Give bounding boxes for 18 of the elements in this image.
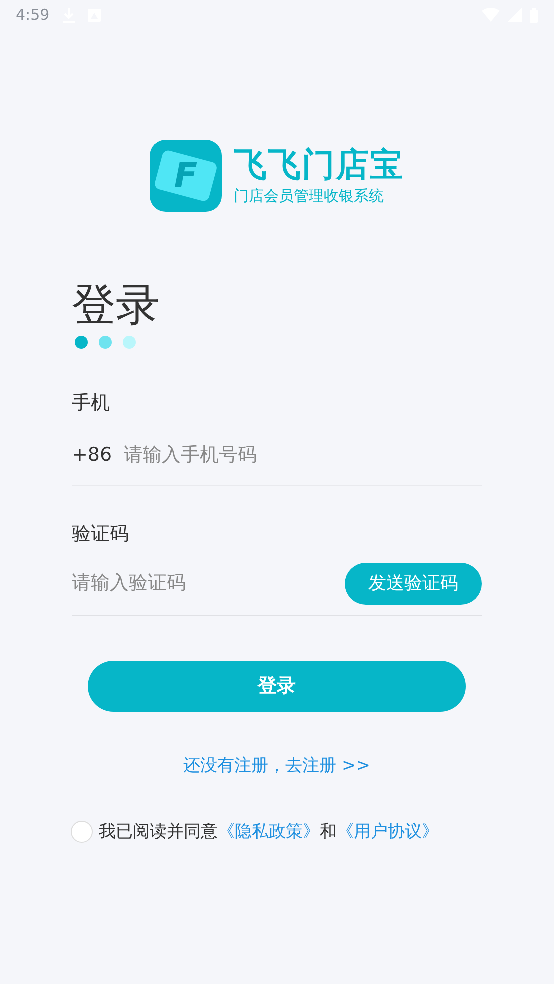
page-heading: 登录 bbox=[72, 279, 161, 333]
agree-checkbox[interactable] bbox=[71, 821, 93, 844]
phone-input[interactable]: 请输入手机号码 bbox=[124, 440, 482, 470]
privacy-link[interactable]: 《隐私政策》 bbox=[218, 820, 320, 845]
app-logo: F bbox=[150, 140, 222, 212]
agreement-text: 我已阅读并同意 bbox=[99, 820, 218, 844]
terms-link[interactable]: 《用户协议》 bbox=[337, 820, 439, 845]
app-name: 飞飞门店宝 bbox=[234, 145, 404, 185]
send-code-button[interactable]: 发送验证码 bbox=[345, 562, 482, 604]
field-label: 验证码 bbox=[72, 522, 130, 546]
agreement-text: 和 bbox=[320, 820, 337, 844]
login-button[interactable]: 登录 bbox=[88, 661, 466, 712]
code-input[interactable]: 请输入验证码 bbox=[72, 569, 345, 598]
status-time: 4:59 bbox=[16, 4, 50, 26]
field-label: 手机 bbox=[72, 391, 111, 416]
country-code: +86 bbox=[72, 442, 112, 468]
register-link[interactable]: 还没有注册，去注册 >> bbox=[184, 754, 370, 780]
app-tagline: 门店会员管理收银系统 bbox=[234, 186, 385, 207]
